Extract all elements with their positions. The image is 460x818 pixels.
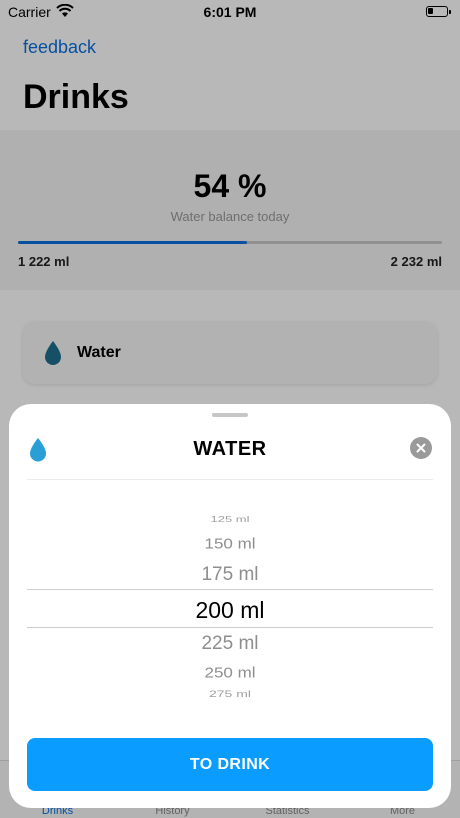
picker-option-selected[interactable]: 200 ml: [9, 597, 451, 624]
close-icon: [416, 443, 426, 453]
picker-option[interactable]: 150 ml: [9, 535, 451, 553]
drink-amount-sheet: WATER 125 ml 150 ml 175 ml 200 ml 225 ml…: [9, 404, 451, 808]
to-drink-button[interactable]: TO DRINK: [27, 738, 433, 791]
picker-option[interactable]: 250 ml: [9, 664, 451, 682]
picker-option[interactable]: 175 ml: [9, 564, 451, 586]
sheet-grabber[interactable]: [212, 413, 248, 417]
close-button[interactable]: [410, 437, 432, 459]
picker-option[interactable]: 225 ml: [9, 633, 451, 655]
amount-picker[interactable]: 125 ml 150 ml 175 ml 200 ml 225 ml 250 m…: [9, 504, 451, 710]
sheet-divider: [27, 479, 433, 480]
picker-selection-line-bottom: [27, 627, 433, 628]
picker-option[interactable]: 125 ml: [9, 515, 451, 524]
picker-option[interactable]: 275 ml: [9, 689, 451, 699]
sheet-title: WATER: [193, 438, 267, 460]
picker-selection-line-top: [27, 589, 433, 590]
